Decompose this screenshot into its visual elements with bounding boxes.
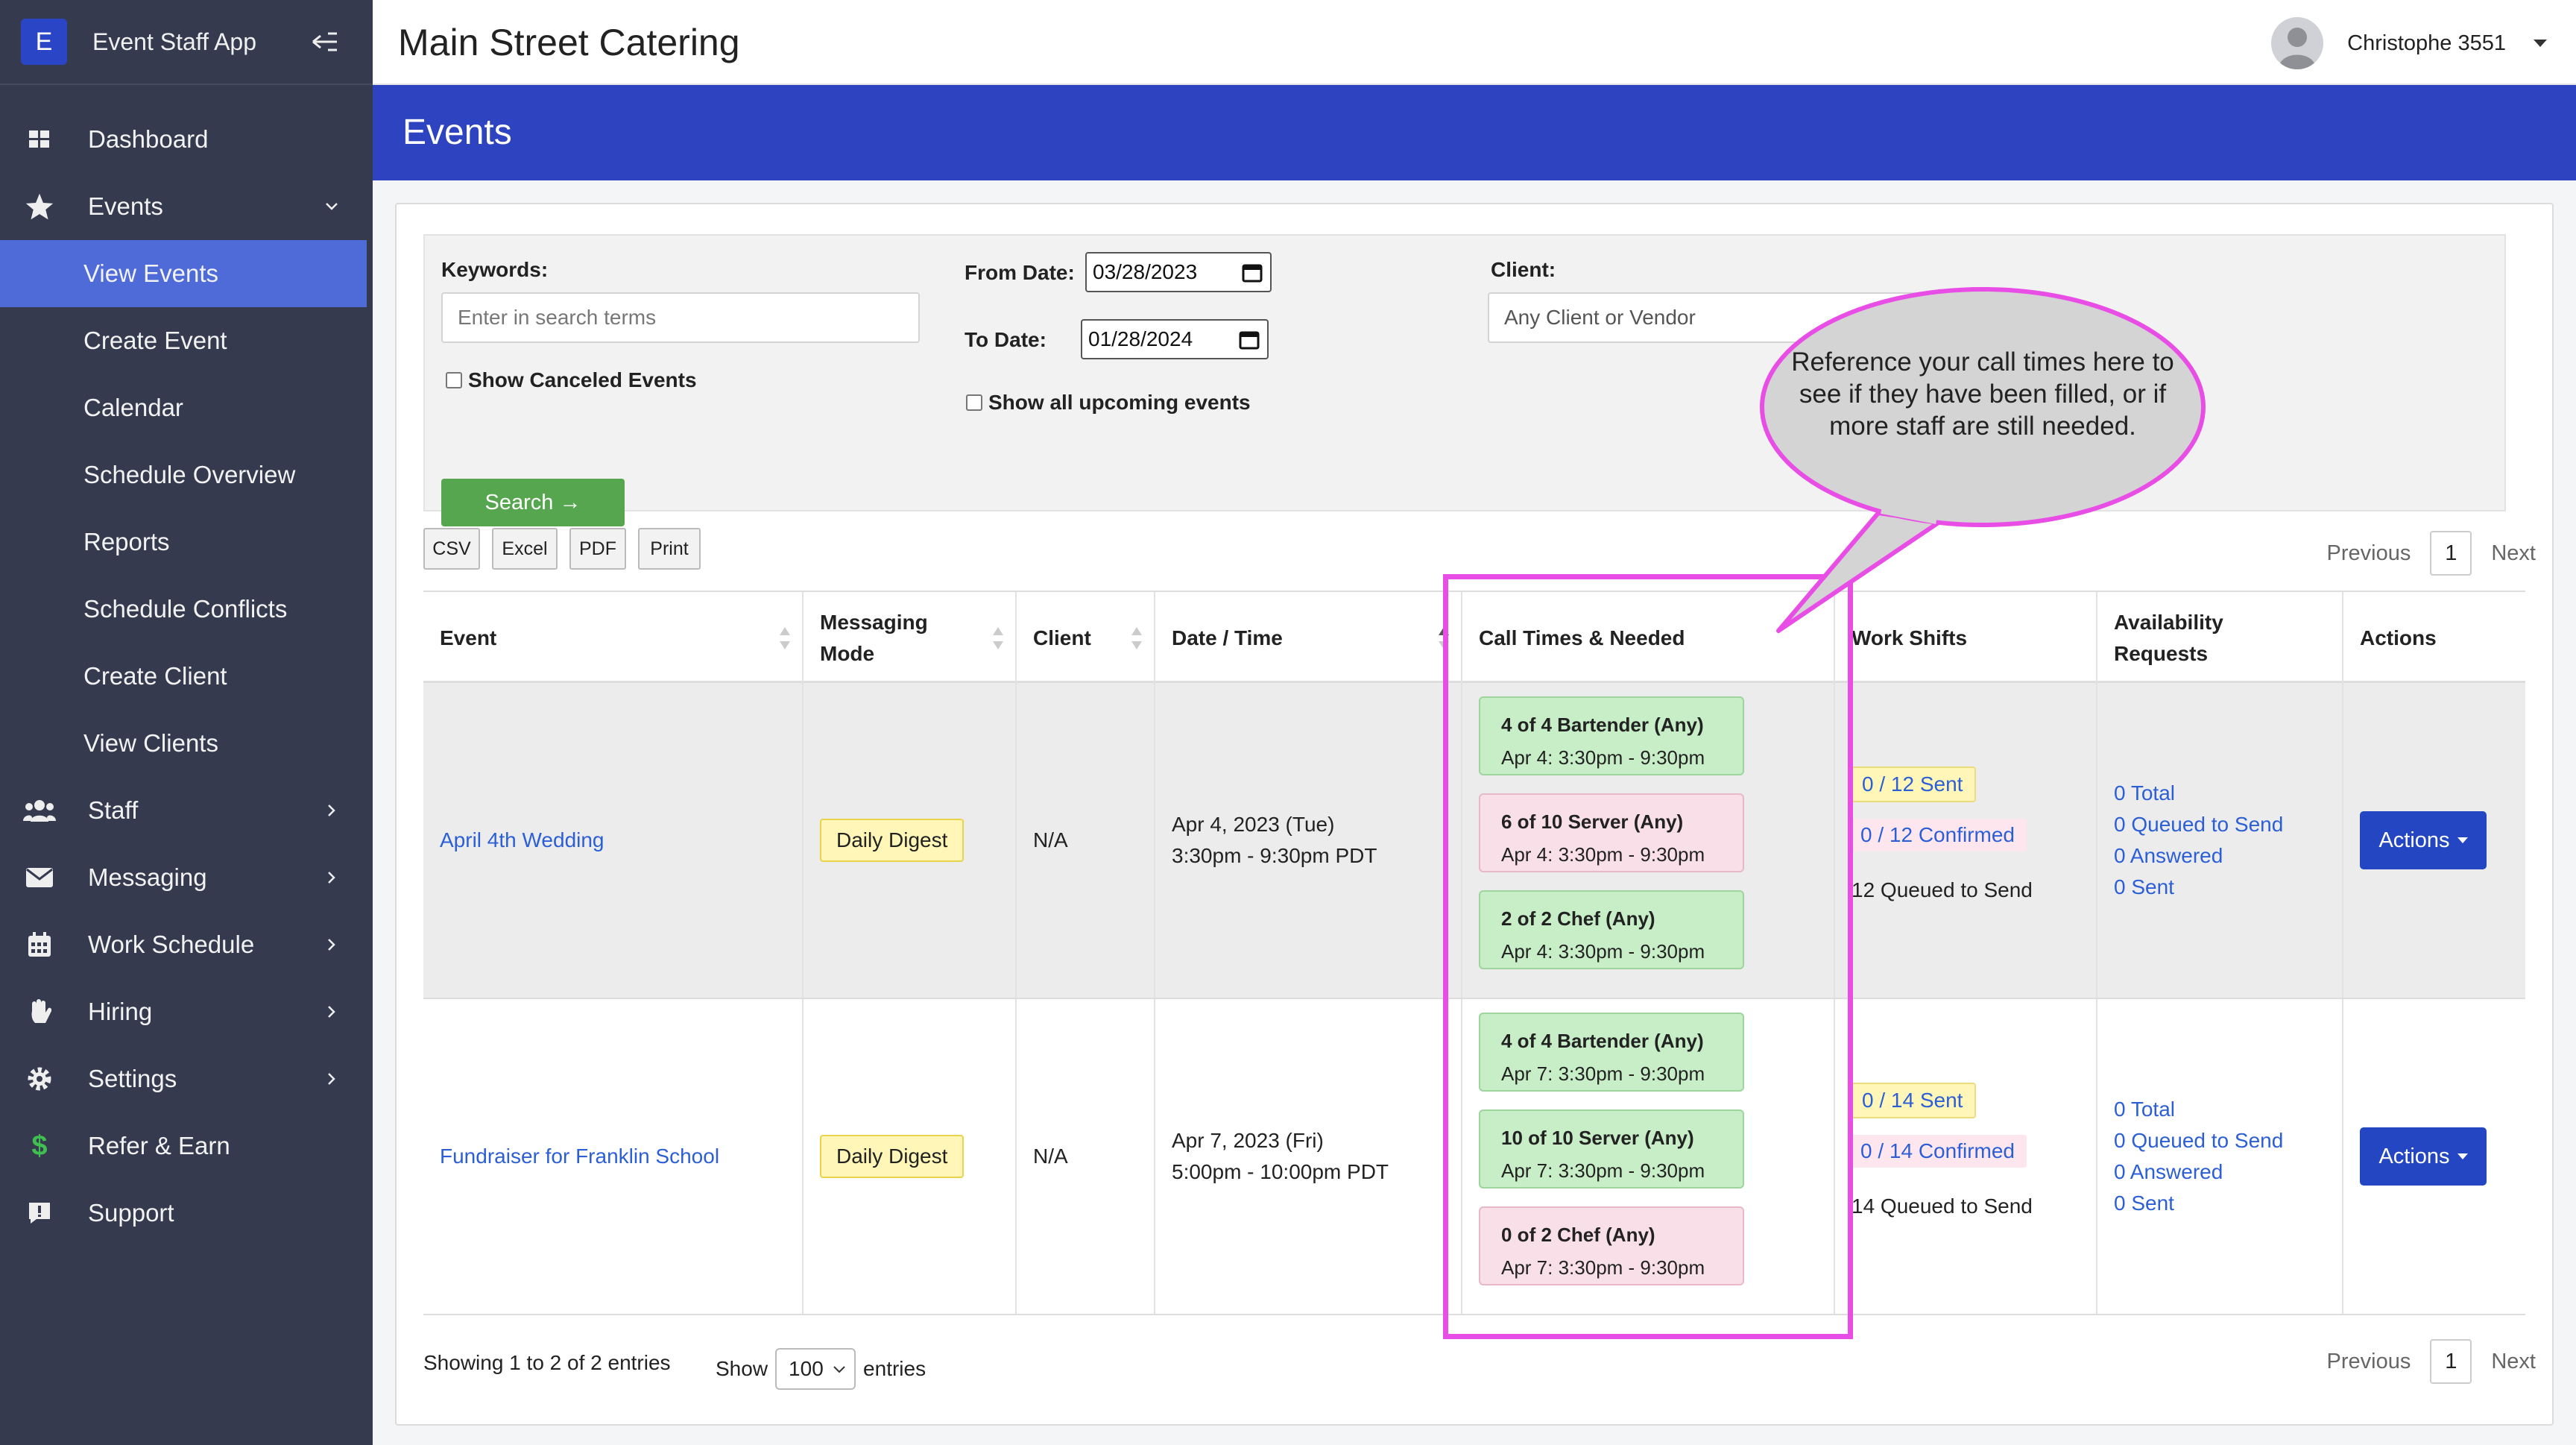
callout-text: Reference your call times here to see if… (1791, 347, 2174, 441)
callout-bubble (1760, 287, 2206, 633)
